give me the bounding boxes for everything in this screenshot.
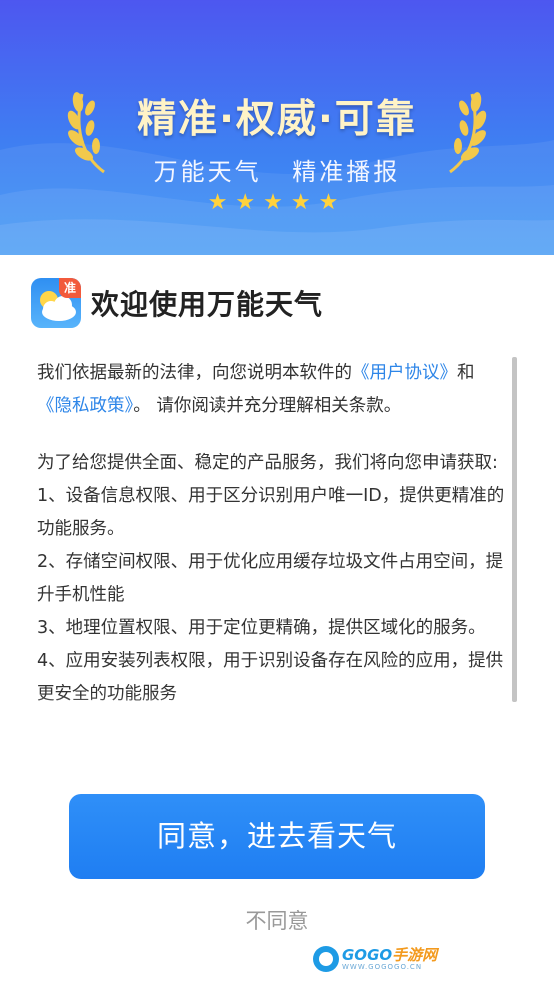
watermark-url: WWW.GOGOGO.CN: [342, 963, 423, 971]
intro-paragraph: 我们依据最新的法律，向您说明本软件的《用户协议》和《隐私政策》。 请你阅读并充分…: [37, 357, 507, 423]
welcome-header: 准 欢迎使用万能天气: [31, 278, 323, 328]
scrollbar[interactable]: [512, 357, 517, 702]
user-agreement-link[interactable]: 《用户协议》: [352, 363, 457, 383]
permission-item: 3、地理位置权限、用于定位更精确，提供区域化的服务。: [37, 618, 486, 638]
rating-stars-icon: ★★★★★: [207, 190, 347, 215]
watermark-brand: GOGO: [342, 946, 393, 964]
permission-item: 1、设备信息权限、用于区分识别用户唯一ID，提供更精准的功能服务。: [37, 486, 505, 539]
app-logo-badge: 准: [59, 278, 81, 298]
permission-intro: 为了给您提供全面、稳定的产品服务，我们将向您申请获取:: [37, 453, 498, 473]
welcome-title: 欢迎使用万能天气: [91, 288, 324, 321]
agreement-text[interactable]: 我们依据最新的法律，向您说明本软件的《用户协议》和《隐私政策》。 请你阅读并充分…: [37, 357, 507, 727]
intro-conjunction: 和: [457, 363, 475, 383]
watermark-brand-suffix: 手游网: [392, 946, 438, 964]
text-fade-overlay: [37, 695, 507, 727]
agree-button[interactable]: 同意，进去看天气: [69, 794, 485, 879]
privacy-policy-link[interactable]: 《隐私政策》: [37, 396, 133, 416]
gogo-watermark: GOGO手游网 WWW.GOGOGO.CN: [313, 946, 437, 972]
gogo-logo-icon: [313, 946, 339, 972]
permission-item: 2、存储空间权限、用于优化应用缓存垃圾文件占用空间，提升手机性能: [37, 552, 504, 605]
promo-banner: 精准·权威·可靠 万能天气 精准播报 ★★★★★: [0, 0, 554, 255]
banner-subtitle: 万能天气 精准播报: [153, 158, 401, 186]
disagree-button[interactable]: 不同意: [0, 905, 554, 935]
banner-slogan: 精准·权威·可靠: [137, 97, 417, 142]
intro-tail: 。 请你阅读并充分理解相关条款。: [133, 396, 402, 416]
app-logo-icon: 准: [31, 278, 81, 328]
intro-text: 我们依据最新的法律，向您说明本软件的: [37, 363, 352, 383]
